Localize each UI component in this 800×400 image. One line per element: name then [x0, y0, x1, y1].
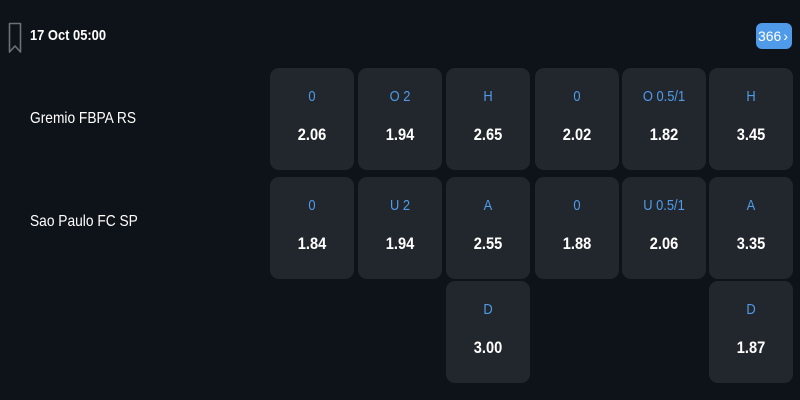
odds-cell-home-handicap-1h[interactable]: 0 2.02 — [535, 68, 619, 170]
odds-value: 2.02 — [562, 125, 592, 144]
away-team-name: Sao Paulo FC SP — [30, 213, 138, 230]
odds-cell-over[interactable]: O 2 1.94 — [358, 68, 442, 170]
odds-value: 1.88 — [562, 234, 592, 253]
odds-cell-away-win-1h[interactable]: A 3.35 — [709, 177, 793, 279]
odds-value: 2.06 — [649, 234, 679, 253]
odds-label: U 2 — [389, 197, 411, 214]
odds-value: 1.84 — [297, 234, 327, 253]
odds-label: D — [746, 301, 756, 318]
odds-label: A — [746, 197, 756, 214]
odds-label: D — [483, 301, 493, 318]
odds-label: 0 — [308, 197, 316, 214]
match-datetime: 17 Oct 05:00 — [30, 27, 107, 44]
chevron-right-icon: › — [783, 28, 789, 44]
odds-value: 3.35 — [736, 234, 766, 253]
odds-cell-under-1h[interactable]: U 0.5/1 2.06 — [622, 177, 706, 279]
odds-value: 2.06 — [297, 125, 327, 144]
odds-cell-over-1h[interactable]: O 0.5/1 1.82 — [622, 68, 706, 170]
odds-label: 0 — [573, 88, 581, 105]
odds-cell-under[interactable]: U 2 1.94 — [358, 177, 442, 279]
odds-value: 2.55 — [473, 234, 503, 253]
odds-cell-draw[interactable]: D 3.00 — [446, 281, 530, 383]
odds-cell-draw-1h[interactable]: D 1.87 — [709, 281, 793, 383]
odds-value: 3.45 — [736, 125, 766, 144]
odds-cell-away-handicap-1h[interactable]: 0 1.88 — [535, 177, 619, 279]
odds-cell-home-win-1h[interactable]: H 3.45 — [709, 68, 793, 170]
odds-label: 0 — [308, 88, 316, 105]
odds-label: H — [483, 88, 493, 105]
odds-cell-away-handicap[interactable]: 0 1.84 — [270, 177, 354, 279]
odds-cell-away-win[interactable]: A 2.55 — [446, 177, 530, 279]
odds-label: O 0.5/1 — [642, 88, 686, 105]
home-team-name: Gremio FBPA RS — [30, 110, 137, 127]
odds-value: 1.94 — [385, 125, 415, 144]
odds-label: O 2 — [389, 88, 411, 105]
odds-label: U 0.5/1 — [643, 197, 685, 214]
odds-cell-home-win[interactable]: H 2.65 — [446, 68, 530, 170]
odds-value: 1.94 — [385, 234, 415, 253]
odds-label: H — [746, 88, 756, 105]
more-markets-count: 366 — [757, 28, 782, 44]
odds-value: 3.00 — [473, 338, 503, 357]
more-markets-button[interactable]: 366 › — [756, 23, 792, 49]
odds-label: A — [483, 197, 493, 214]
odds-value: 1.87 — [736, 338, 766, 357]
odds-value: 2.65 — [473, 125, 503, 144]
odds-value: 1.82 — [649, 125, 679, 144]
odds-label: 0 — [573, 197, 581, 214]
odds-cell-home-handicap[interactable]: 0 2.06 — [270, 68, 354, 170]
bookmark-icon[interactable] — [8, 22, 22, 54]
